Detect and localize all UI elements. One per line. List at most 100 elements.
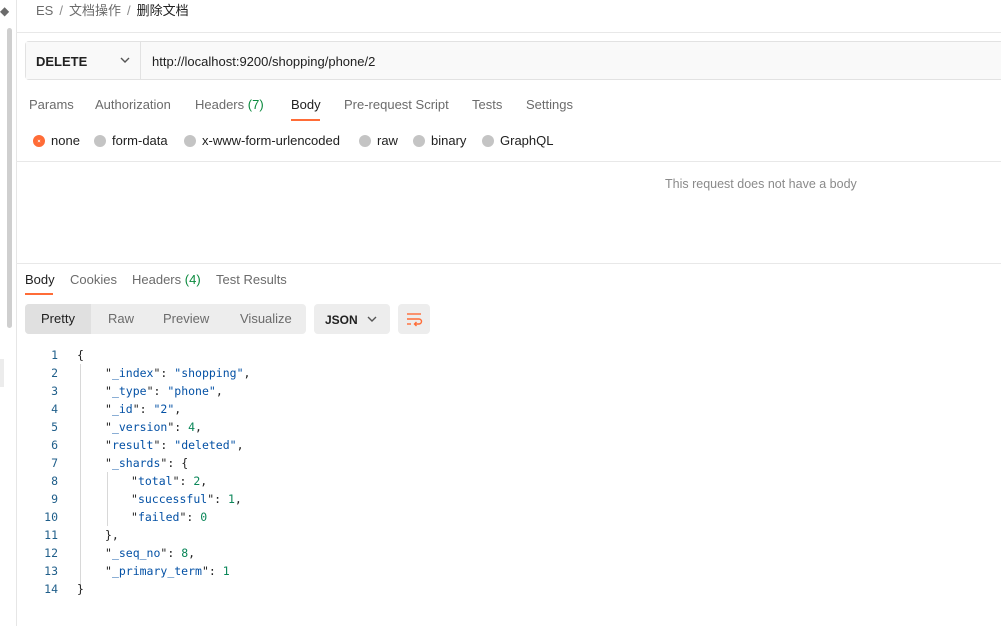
- json-key: failed: [137, 510, 180, 524]
- json-key: total: [137, 474, 173, 488]
- json-value: 0: [200, 510, 208, 524]
- tab-authorization[interactable]: Authorization: [95, 97, 171, 112]
- view-visualize-button[interactable]: Visualize: [240, 311, 292, 326]
- tab-params[interactable]: Params: [29, 97, 74, 112]
- code-line: "result": "deleted",: [105, 438, 244, 452]
- line-number: 10: [44, 510, 58, 524]
- json-key: _seq_no: [111, 546, 161, 560]
- tab-settings[interactable]: Settings: [526, 97, 573, 112]
- breadcrumb-current[interactable]: 删除文档: [137, 3, 189, 18]
- breadcrumb: ES / 文档操作 / 删除文档: [36, 0, 189, 19]
- json-trail: ,: [215, 384, 223, 398]
- response-tab-headers[interactable]: Headers (4): [132, 272, 201, 287]
- json-key: _version: [111, 420, 168, 434]
- wrap-lines-icon: [407, 313, 423, 327]
- json-value: "phone": [167, 384, 216, 398]
- breadcrumb-separator: /: [59, 3, 63, 18]
- json-key: _type: [111, 384, 147, 398]
- view-pretty-label[interactable]: Pretty: [41, 311, 75, 326]
- view-preview-button[interactable]: Preview: [163, 311, 209, 326]
- tab-headers[interactable]: Headers (7): [195, 97, 264, 112]
- radio-label: raw: [377, 133, 398, 148]
- json-value: 1: [222, 564, 230, 578]
- response-tab-test-results[interactable]: Test Results: [216, 272, 287, 287]
- line-number: 7: [51, 456, 58, 470]
- line-number: 2: [51, 366, 58, 380]
- code-line: "total": 2,: [131, 474, 208, 488]
- json-trail: ,: [200, 474, 208, 488]
- line-number: 3: [51, 384, 58, 398]
- tab-tests[interactable]: Tests: [472, 97, 502, 112]
- radio-binary[interactable]: binary: [413, 133, 466, 148]
- response-tab-cookies[interactable]: Cookies: [70, 272, 117, 287]
- response-body-editor[interactable]: 1 { 2 "_index": "shopping", 3 "_type": "…: [0, 346, 1001, 598]
- tab-label: Headers: [132, 272, 182, 287]
- code-line: },: [105, 528, 119, 542]
- radio-icon: [94, 134, 106, 147]
- tab-label: Authorization: [95, 97, 171, 112]
- radio-graphql[interactable]: GraphQL: [482, 133, 553, 148]
- sidebar-handle-icon: ◆: [0, 4, 10, 18]
- json-value: "deleted": [174, 438, 237, 452]
- tab-label: Body: [25, 272, 55, 287]
- line-number: 9: [51, 492, 58, 506]
- json-trail: ,: [188, 546, 196, 560]
- tab-label: Pre-request Script: [344, 97, 449, 112]
- active-tab-indicator: [25, 293, 53, 295]
- tab-count: (4): [184, 272, 201, 287]
- code-line: "_index": "shopping",: [105, 366, 251, 380]
- url-input[interactable]: http://localhost:9200/shopping/phone/2: [152, 54, 375, 69]
- method-label[interactable]: DELETE: [36, 54, 87, 69]
- json-value: 4: [188, 420, 196, 434]
- code-line: {: [77, 348, 84, 362]
- line-number: 14: [44, 582, 58, 596]
- tab-label: Settings: [526, 97, 573, 112]
- json-key: successful: [137, 492, 208, 506]
- divider: [16, 161, 1001, 162]
- breadcrumb-item[interactable]: ES: [36, 3, 53, 18]
- code-line: "_shards": {: [105, 456, 189, 470]
- code-line: }: [77, 582, 84, 596]
- response-tab-body[interactable]: Body: [25, 272, 55, 287]
- radio-label: x-www-form-urlencoded: [202, 133, 340, 148]
- code-line: "_type": "phone",: [105, 384, 223, 398]
- code-line: "_id": "2",: [105, 402, 182, 416]
- line-number: 11: [44, 528, 58, 542]
- code-line: "_primary_term": 1: [105, 564, 230, 578]
- line-number: 6: [51, 438, 58, 452]
- tab-label: Params: [29, 97, 74, 112]
- line-number: 12: [44, 546, 58, 560]
- radio-form-data[interactable]: form-data: [94, 133, 168, 148]
- json-value: "shopping": [174, 366, 244, 380]
- sidebar-scrollbar[interactable]: [7, 28, 12, 328]
- tab-label: Headers: [195, 97, 245, 112]
- json-key: _index: [111, 366, 154, 380]
- radio-icon: [359, 134, 371, 147]
- radio-none[interactable]: none: [33, 133, 80, 148]
- json-trail: ,: [236, 438, 244, 452]
- json-key: _primary_term: [111, 564, 202, 578]
- code-line: "failed": 0: [131, 510, 208, 524]
- radio-icon: [184, 134, 196, 147]
- json-trail: ,: [195, 420, 202, 434]
- line-number: 8: [51, 474, 58, 488]
- tab-label: Cookies: [70, 272, 117, 287]
- radio-icon: [413, 134, 425, 147]
- format-label[interactable]: JSON: [325, 313, 358, 327]
- tab-body[interactable]: Body: [291, 97, 321, 112]
- chevron-down-icon[interactable]: [366, 313, 378, 325]
- line-number: 1: [51, 348, 58, 362]
- json-trail: ,: [234, 492, 242, 506]
- json-trail: ,: [243, 366, 251, 380]
- radio-raw[interactable]: raw: [359, 133, 398, 148]
- breadcrumb-item[interactable]: 文档操作: [69, 3, 121, 18]
- chevron-down-icon[interactable]: [118, 53, 132, 67]
- radio-selected-icon: [33, 134, 45, 147]
- view-raw-button[interactable]: Raw: [108, 311, 134, 326]
- divider: [16, 263, 1001, 264]
- divider: [16, 32, 1001, 33]
- tab-pre-request-script[interactable]: Pre-request Script: [344, 97, 449, 112]
- breadcrumb-separator: /: [126, 3, 131, 18]
- radio-label: none: [51, 133, 80, 148]
- radio-x-www-form-urlencoded[interactable]: x-www-form-urlencoded: [184, 133, 340, 148]
